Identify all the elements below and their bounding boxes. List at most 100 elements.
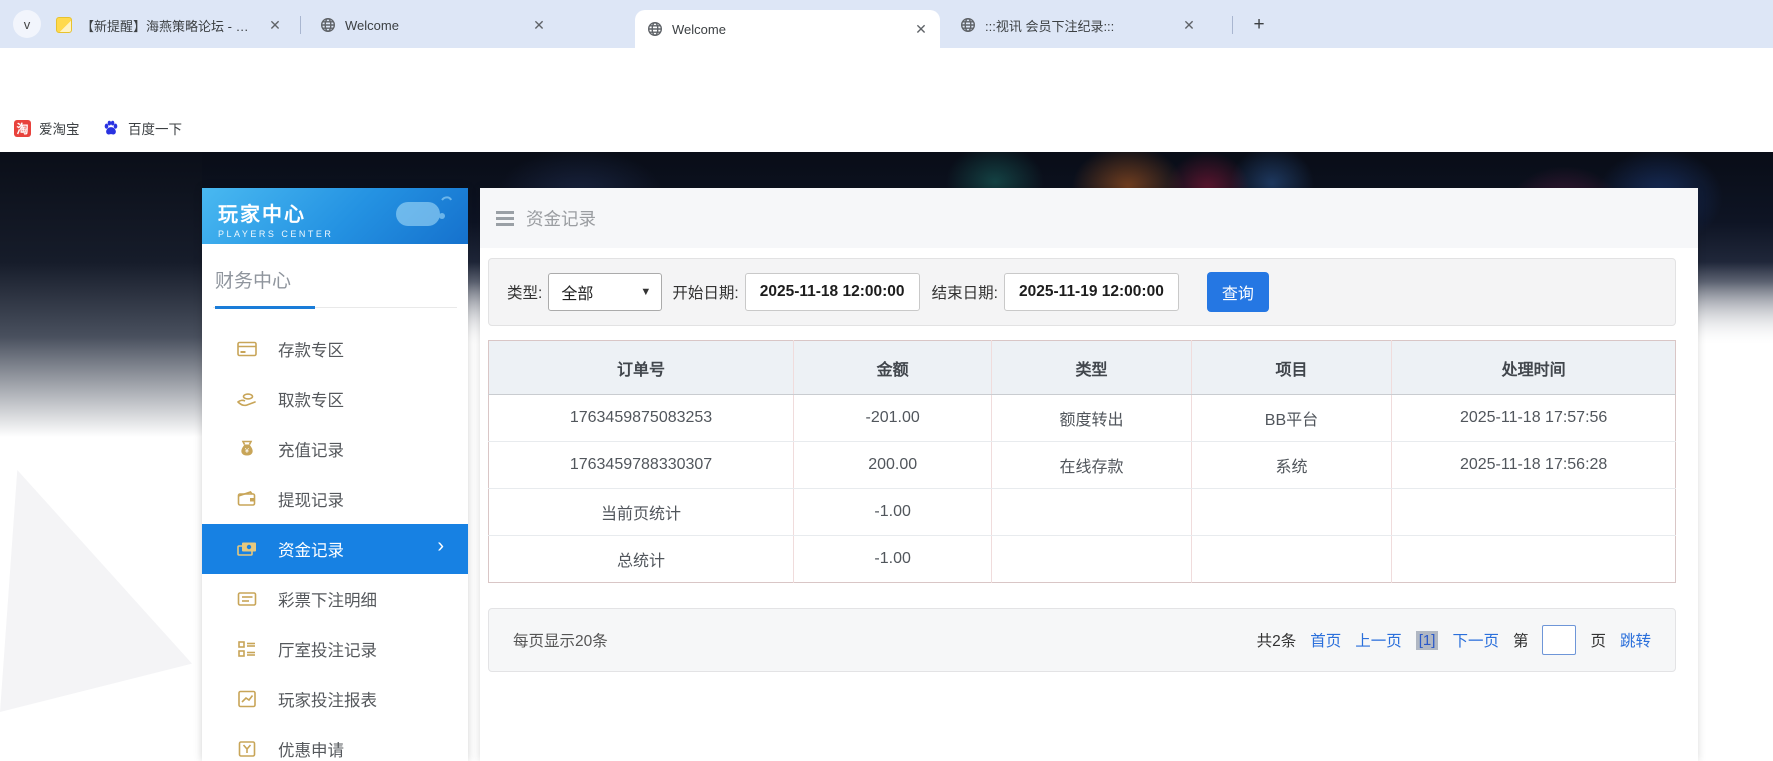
fund-records-table: 订单号 金额 类型 项目 处理时间 1763459875083253 -201.…	[488, 340, 1676, 583]
col-type: 类型	[991, 340, 1192, 395]
start-date-input[interactable]: 2025-11-18 12:00:00	[744, 273, 920, 311]
sidebar-item-label: 彩票下注明细	[278, 592, 377, 610]
sidebar-item-lottery-bet-detail[interactable]: 彩票下注明细	[202, 574, 468, 624]
tab-search-chevron-button[interactable]: v	[13, 10, 41, 38]
cell-amount: -1.00	[793, 535, 992, 583]
cell-empty	[1190, 535, 1392, 583]
globe-icon	[647, 21, 663, 37]
promo-gift-icon	[238, 741, 256, 757]
bookmark-baidu[interactable]: 百度一下	[102, 116, 182, 140]
taobao-icon: 淘	[14, 119, 31, 137]
page-hero-left-shade	[0, 152, 202, 442]
baidu-paw-icon	[104, 120, 118, 135]
col-project: 项目	[1190, 340, 1392, 395]
type-select-value: 全部	[561, 286, 594, 303]
fund-records-panel: 资金记录 类型: 全部 ▼ 开始日期: 2025-11-18 12:00:00 …	[480, 188, 1698, 761]
sidebar-item-withdrawal-record[interactable]: 提现记录	[202, 474, 468, 524]
sidebar-item-deposit[interactable]: 存款专区	[202, 324, 468, 374]
tab-close-icon[interactable]: ✕	[530, 16, 548, 34]
start-date-label: 开始日期:	[672, 285, 739, 302]
jump-suffix-text: 页	[1590, 633, 1606, 650]
cell-amount: -1.00	[793, 488, 992, 536]
jump-page-input[interactable]	[1542, 625, 1577, 655]
tab-title: :::视讯 会员下注纪录:::	[985, 18, 1115, 34]
cell-project: BB平台	[1190, 394, 1392, 442]
sidebar-item-label: 厅室投注记录	[278, 642, 377, 660]
first-page-link[interactable]: 首页	[1310, 629, 1341, 651]
tab-welcome-active[interactable]: Welcome ✕	[635, 10, 940, 48]
cell-project: 系统	[1190, 441, 1392, 489]
type-select[interactable]: 全部 ▼	[548, 273, 663, 311]
tab-close-icon[interactable]: ✕	[266, 16, 284, 34]
fund-cards-icon	[237, 542, 256, 556]
web-page: 玩家中心 PLAYERS CENTER 财务中心 存款专区 取款专区 ¥ 充值记…	[0, 152, 1773, 761]
filter-bar: 类型: 全部 ▼ 开始日期: 2025-11-18 12:00:00 结束日期:…	[488, 258, 1676, 326]
sidebar-item-label: 资金记录	[278, 542, 344, 560]
chevron-right-icon: ›	[437, 535, 444, 557]
cell-process-time: 2025-11-18 17:57:56	[1391, 394, 1676, 442]
hamburger-icon	[496, 210, 514, 226]
cell-label: 当前页统计	[488, 488, 794, 536]
tab-separator	[1232, 16, 1233, 34]
browser-window: v 【新提醒】海燕策略论坛 - 综合 ✕ Welcome ✕ Welcome ✕…	[0, 0, 1773, 761]
cell-order-id: 1763459788330307	[488, 441, 794, 489]
col-amount: 金额	[793, 340, 992, 395]
bookmarks-bar: 淘 爱淘宝 百度一下	[0, 104, 1773, 152]
tab-close-icon[interactable]: ✕	[1180, 16, 1198, 34]
list-icon	[238, 641, 255, 657]
report-chart-icon	[238, 690, 256, 708]
panel-header: 资金记录	[480, 188, 1698, 248]
sidebar-banner: 玩家中心 PLAYERS CENTER	[202, 188, 468, 244]
cell-empty	[1391, 488, 1676, 536]
sidebar-item-recharge-record[interactable]: ¥ 充值记录	[202, 424, 468, 474]
tab-strip: v 【新提醒】海燕策略论坛 - 综合 ✕ Welcome ✕ Welcome ✕…	[0, 0, 1773, 48]
sidebar-item-label: 提现记录	[278, 492, 344, 510]
new-tab-button[interactable]: +	[1246, 12, 1272, 38]
tab-forum[interactable]: 【新提醒】海燕策略论坛 - 综合 ✕	[44, 8, 294, 42]
cell-type: 在线存款	[991, 441, 1192, 489]
table-row-page-summary: 当前页统计 -1.00	[488, 488, 1676, 536]
search-button[interactable]: 查询	[1206, 272, 1269, 312]
total-count-text: 共2条	[1256, 633, 1297, 650]
sidebar-item-player-bet-report[interactable]: 玩家投注报表	[202, 674, 468, 724]
sidebar-item-fund-records[interactable]: 资金记录 ›	[202, 524, 468, 574]
table-header-row: 订单号 金额 类型 项目 处理时间	[488, 340, 1676, 395]
cell-label: 总统计	[488, 535, 794, 583]
prev-page-link[interactable]: 上一页	[1355, 629, 1402, 651]
sidebar-item-label: 优惠申请	[278, 742, 344, 760]
gamepad-icon	[396, 196, 452, 226]
table-row-total-summary: 总统计 -1.00	[488, 535, 1676, 583]
end-date-label: 结束日期:	[931, 285, 998, 302]
globe-icon	[960, 17, 976, 33]
svg-text:¥: ¥	[245, 448, 249, 455]
tab-close-icon[interactable]: ✕	[912, 20, 930, 38]
jump-link[interactable]: 跳转	[1620, 629, 1651, 651]
ticket-list-icon	[237, 592, 257, 606]
sidebar-item-label: 玩家投注报表	[278, 692, 377, 710]
bookmark-taobao[interactable]: 淘 爱淘宝	[14, 116, 80, 140]
end-date-input[interactable]: 2025-11-19 12:00:00	[1003, 273, 1179, 311]
wallet-icon	[237, 491, 256, 506]
tab-betting-records[interactable]: :::视讯 会员下注纪录::: ✕	[948, 8, 1208, 42]
cell-amount: 200.00	[793, 441, 992, 489]
pagination-bar: 每页显示20条 共2条 首页 上一页 [1] 下一页 第 页 跳转	[488, 608, 1676, 672]
table-row: 1763459788330307 200.00 在线存款 系统 2025-11-…	[488, 441, 1676, 489]
globe-icon	[320, 17, 336, 33]
sidebar-item-promo-apply[interactable]: 优惠申请	[202, 724, 468, 761]
tab-title: 【新提醒】海燕策略论坛 - 综合	[81, 18, 257, 34]
cell-type: 额度转出	[991, 394, 1192, 442]
next-page-link[interactable]: 下一页	[1452, 629, 1499, 651]
sidebar-item-hall-bet-records[interactable]: 厅室投注记录	[202, 624, 468, 674]
cell-empty	[1190, 488, 1392, 536]
current-page-badge: [1]	[1415, 630, 1439, 650]
page-size-text: 每页显示20条	[513, 633, 608, 650]
cell-amount: -201.00	[793, 394, 992, 442]
sidebar-item-withdraw[interactable]: 取款专区	[202, 374, 468, 424]
withdraw-hand-icon	[237, 393, 256, 407]
sidebar-item-label: 存款专区	[278, 342, 344, 360]
tab-welcome-1[interactable]: Welcome ✕	[308, 8, 558, 42]
sidebar-item-label: 取款专区	[278, 392, 344, 410]
bookmark-label: 爱淘宝	[39, 122, 80, 137]
background-triangle-watermark	[0, 470, 192, 712]
browser-toolbar: ← → ⟳ ⌂ js13.cc/hhcp/usercenter.html?ini…	[0, 48, 1773, 146]
